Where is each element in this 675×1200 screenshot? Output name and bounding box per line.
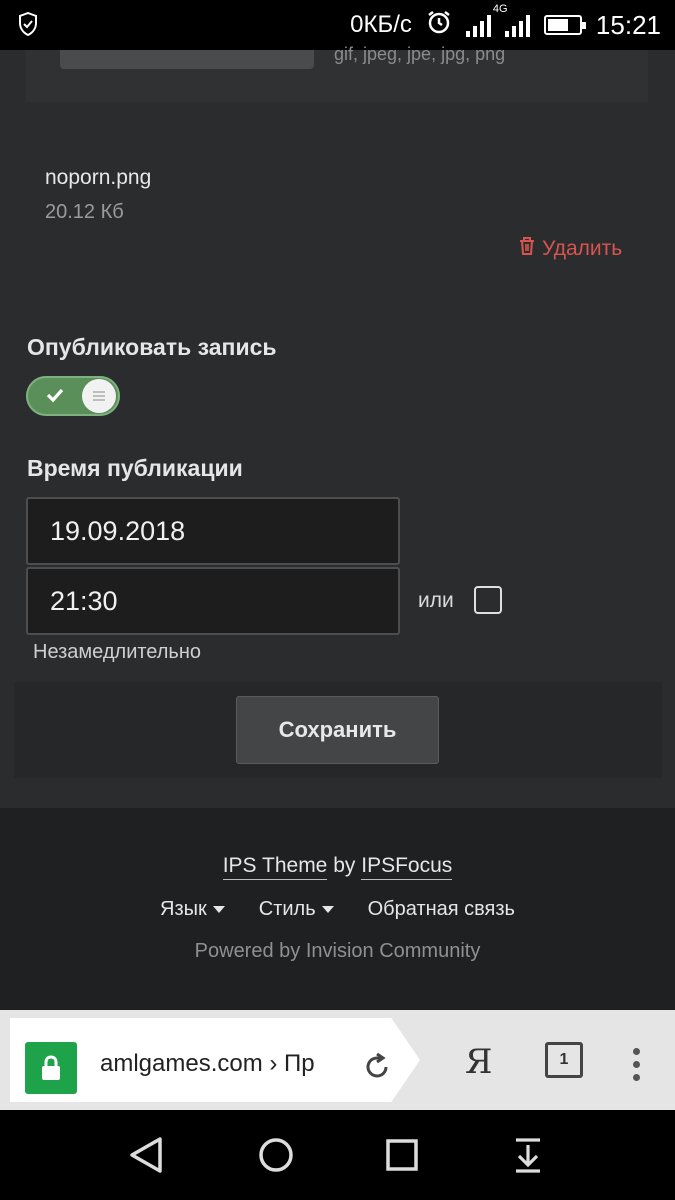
network-type: 4G xyxy=(492,3,508,15)
delete-label: Удалить xyxy=(542,237,623,260)
theme-credit: IPS Theme by IPSFocus xyxy=(0,854,675,880)
reload-icon[interactable] xyxy=(362,1052,392,1087)
style-label: Стиль xyxy=(258,898,316,920)
lock-icon[interactable] xyxy=(25,1042,77,1094)
signal-icon xyxy=(465,13,491,37)
more-menu-icon[interactable] xyxy=(633,1048,640,1081)
address-bar[interactable]: amlgames.com › Пр xyxy=(10,1018,420,1102)
check-icon xyxy=(44,384,66,411)
powered-by[interactable]: Powered by Invision Community xyxy=(0,940,675,963)
footer: IPS Theme by IPSFocus Язык Стиль Обратна… xyxy=(0,808,675,1010)
allowed-file-types: gif, jpeg, jpe, jpg, png xyxy=(334,44,506,64)
delete-file-link[interactable]: Удалить xyxy=(518,236,622,262)
footer-links: Язык Стиль Обратная связь xyxy=(0,898,675,921)
publish-toggle[interactable] xyxy=(26,376,120,416)
caret-down-icon xyxy=(321,906,334,913)
immediately-label: Незамедлительно xyxy=(33,641,202,663)
ipsfocus-link[interactable]: IPSFocus xyxy=(361,854,453,880)
time-field[interactable]: 21:30 xyxy=(26,567,400,635)
toggle-knob xyxy=(82,379,116,413)
choose-file-button[interactable] xyxy=(60,50,314,69)
publish-label: Опубликовать запись xyxy=(27,334,277,360)
style-menu[interactable]: Стиль xyxy=(259,898,334,921)
credit-by: by xyxy=(333,854,356,877)
notification-pull-icon[interactable] xyxy=(510,1135,546,1180)
battery-icon xyxy=(543,15,586,35)
browser-toolbar: amlgames.com › Пр Я 1 xyxy=(0,1010,675,1110)
immediately-checkbox[interactable] xyxy=(474,586,502,614)
status-bar: 0КБ/с 4G 15:21 xyxy=(0,0,675,50)
feedback-link[interactable]: Обратная связь xyxy=(368,898,515,921)
publish-time-label: Время публикации xyxy=(27,455,243,481)
yandex-button[interactable]: Я xyxy=(465,1042,492,1082)
shield-icon xyxy=(18,11,38,41)
trash-icon xyxy=(518,236,536,262)
upload-card: gif, jpeg, jpe, jpg, png xyxy=(26,44,648,102)
alarm-icon xyxy=(426,9,452,42)
clock: 15:21 xyxy=(595,9,661,40)
back-icon[interactable] xyxy=(128,1135,164,1180)
or-label: или xyxy=(418,589,454,612)
network-speed: 0КБ/с xyxy=(350,11,412,38)
file-size: 20.12 Кб xyxy=(45,201,124,223)
file-name: noporn.png xyxy=(45,166,152,189)
url-text[interactable]: amlgames.com › Пр xyxy=(100,1050,340,1078)
caret-down-icon xyxy=(212,906,225,913)
date-field[interactable]: 19.09.2018 xyxy=(26,497,400,565)
language-label: Язык xyxy=(160,898,207,920)
navigation-bar xyxy=(0,1110,675,1200)
recents-icon[interactable] xyxy=(384,1135,420,1180)
home-icon[interactable] xyxy=(256,1135,296,1180)
language-menu[interactable]: Язык xyxy=(160,898,225,921)
tabs-button[interactable]: 1 xyxy=(545,1042,583,1078)
menu-lines-icon xyxy=(93,391,105,401)
save-button[interactable]: Сохранить xyxy=(236,696,439,764)
ips-theme-link[interactable]: IPS Theme xyxy=(222,854,328,880)
signal-4g-icon: 4G xyxy=(493,3,530,37)
